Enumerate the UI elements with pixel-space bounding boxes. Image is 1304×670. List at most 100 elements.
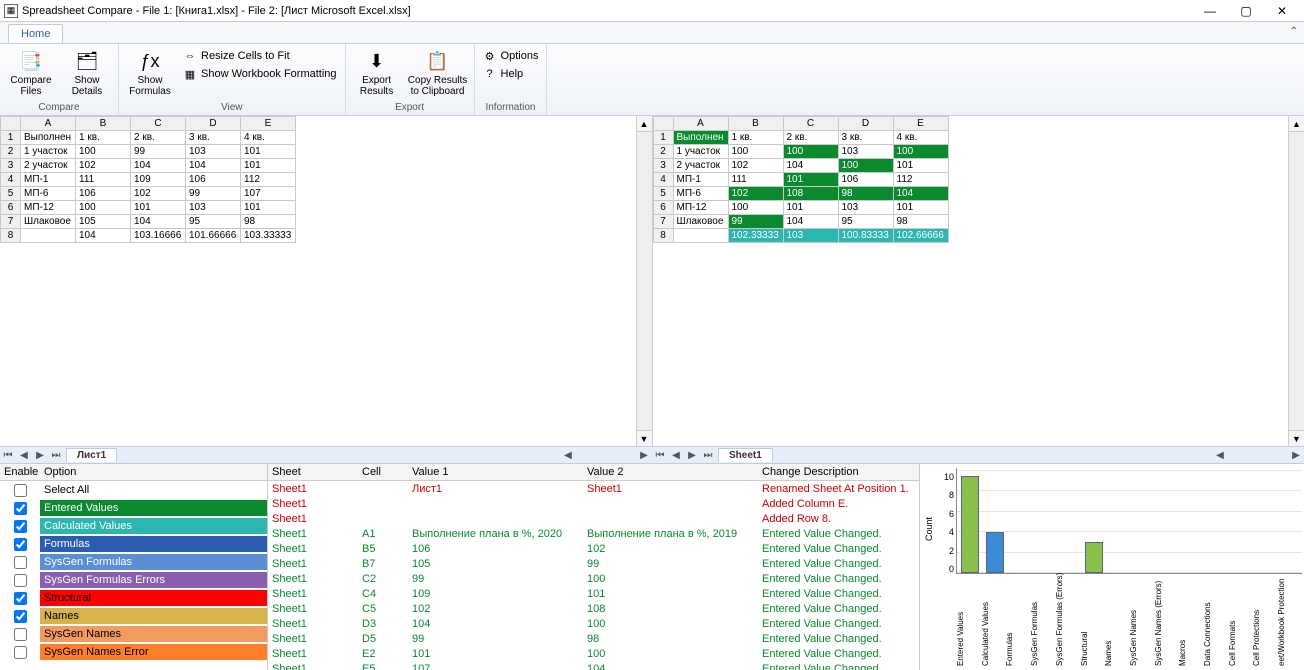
sheet-tab-left[interactable]: Лист1 xyxy=(66,448,117,462)
grid-cell[interactable]: 2 участок xyxy=(21,159,76,173)
result-row[interactable]: Sheet1B5106102Entered Value Changed. xyxy=(268,541,919,556)
sheet-tab-right[interactable]: Sheet1 xyxy=(718,448,773,462)
result-row[interactable]: Sheet1C5102108Entered Value Changed. xyxy=(268,601,919,616)
grid-cell[interactable]: 102 xyxy=(131,187,186,201)
grid-cell[interactable]: 102 xyxy=(728,187,783,201)
grid-cell[interactable]: 104 xyxy=(893,187,948,201)
grid-cell[interactable]: 101 xyxy=(131,201,186,215)
grid-cell[interactable]: Шлаковое xyxy=(673,215,728,229)
grid-cell[interactable]: 103 xyxy=(186,145,241,159)
hscroll-left-icon[interactable]: ◀ xyxy=(1212,450,1228,461)
grid-cell[interactable]: 111 xyxy=(728,173,783,187)
grid-cell[interactable]: 3 кв. xyxy=(838,131,893,145)
resize-cells-button[interactable]: ⇔Resize Cells to Fit xyxy=(181,48,339,64)
grid-cell[interactable]: 100 xyxy=(838,159,893,173)
option-label[interactable]: Names xyxy=(40,608,267,624)
grid-cell[interactable]: 4 кв. xyxy=(241,131,296,145)
option-checkbox[interactable] xyxy=(14,574,27,587)
grid-cell[interactable]: 103 xyxy=(838,201,893,215)
result-row[interactable]: Sheet1E2101100Entered Value Changed. xyxy=(268,646,919,661)
option-checkbox[interactable] xyxy=(14,610,27,623)
option-label[interactable]: Formulas xyxy=(40,536,267,552)
result-row[interactable]: Sheet1C4109101Entered Value Changed. xyxy=(268,586,919,601)
grid-cell[interactable]: 1 кв. xyxy=(728,131,783,145)
right-vscroll[interactable]: ▲▼ xyxy=(1288,116,1304,446)
grid-cell[interactable]: 4 кв. xyxy=(893,131,948,145)
grid-cell[interactable]: 1 кв. xyxy=(76,131,131,145)
grid-cell[interactable]: 104 xyxy=(131,215,186,229)
grid-cell[interactable]: 101 xyxy=(241,159,296,173)
grid-cell[interactable]: 103 xyxy=(186,201,241,215)
result-row[interactable]: Sheet1A1Выполнение плана в %, 2020Выполн… xyxy=(268,526,919,541)
grid-cell[interactable]: 106 xyxy=(186,173,241,187)
close-button[interactable]: ✕ xyxy=(1264,1,1300,21)
option-label[interactable]: SysGen Names Error xyxy=(40,644,267,660)
grid-cell[interactable]: 95 xyxy=(838,215,893,229)
grid-cell[interactable]: 2 участок xyxy=(673,159,728,173)
minimize-button[interactable]: — xyxy=(1192,1,1228,21)
show-formatting-button[interactable]: ▦Show Workbook Formatting xyxy=(181,66,339,82)
option-label[interactable]: Structural xyxy=(40,590,267,606)
grid-cell[interactable]: 105 xyxy=(76,215,131,229)
sheet-nav-prev-icon[interactable]: ◀ xyxy=(668,450,684,461)
left-vscroll[interactable]: ▲▼ xyxy=(636,116,652,446)
result-row[interactable]: Sheet1Added Row 8. xyxy=(268,511,919,526)
option-checkbox[interactable] xyxy=(14,502,27,515)
grid-cell[interactable]: МП-12 xyxy=(673,201,728,215)
scroll-down-icon[interactable]: ▼ xyxy=(1289,430,1304,446)
grid-cell[interactable]: 101 xyxy=(893,159,948,173)
grid-cell[interactable]: 1 участок xyxy=(21,145,76,159)
grid-cell[interactable]: 101.66666 xyxy=(186,229,241,243)
grid-cell[interactable]: 104 xyxy=(76,229,131,243)
option-checkbox[interactable] xyxy=(14,628,27,641)
option-label[interactable]: SysGen Formulas xyxy=(40,554,267,570)
compare-files-button[interactable]: 📑 Compare Files xyxy=(6,46,56,97)
grid-cell[interactable]: 103.16666 xyxy=(131,229,186,243)
grid-cell[interactable]: 102.33333 xyxy=(728,229,783,243)
hscroll-right-icon[interactable]: ▶ xyxy=(636,450,652,461)
copy-results-button[interactable]: 📋 Copy Results to Clipboard xyxy=(408,46,468,97)
grid-left[interactable]: ABCDE1Выполнен1 кв.2 кв.3 кв.4 кв.21 уча… xyxy=(0,116,296,243)
grid-cell[interactable]: МП-12 xyxy=(21,201,76,215)
result-row[interactable]: Sheet1D59998Entered Value Changed. xyxy=(268,631,919,646)
grid-cell[interactable]: Выполнен xyxy=(21,131,76,145)
grid-cell[interactable] xyxy=(673,229,728,243)
grid-cell[interactable]: 2 кв. xyxy=(783,131,838,145)
option-checkbox[interactable] xyxy=(14,556,27,569)
grid-cell[interactable]: 101 xyxy=(241,145,296,159)
sheet-nav-next-icon[interactable]: ▶ xyxy=(684,450,700,461)
grid-cell[interactable]: 104 xyxy=(186,159,241,173)
grid-cell[interactable]: Шлаковое xyxy=(21,215,76,229)
grid-cell[interactable]: 104 xyxy=(131,159,186,173)
result-row[interactable]: Sheet1Added Column E. xyxy=(268,496,919,511)
help-button[interactable]: ?Help xyxy=(481,66,541,82)
grid-cell[interactable]: МП-6 xyxy=(673,187,728,201)
grid-cell[interactable]: МП-1 xyxy=(673,173,728,187)
option-checkbox[interactable] xyxy=(14,538,27,551)
result-row[interactable]: Sheet1B710599Entered Value Changed. xyxy=(268,556,919,571)
grid-cell[interactable]: 100.83333 xyxy=(838,229,893,243)
option-checkbox[interactable] xyxy=(14,646,27,659)
grid-cell[interactable]: 103 xyxy=(783,229,838,243)
grid-cell[interactable]: 103 xyxy=(838,145,893,159)
grid-cell[interactable]: 101 xyxy=(783,173,838,187)
grid-cell[interactable]: 101 xyxy=(241,201,296,215)
scroll-down-icon[interactable]: ▼ xyxy=(637,430,652,446)
grid-cell[interactable]: 99 xyxy=(131,145,186,159)
show-formulas-button[interactable]: ƒx Show Formulas xyxy=(125,46,175,97)
grid-cell[interactable]: 112 xyxy=(241,173,296,187)
option-label[interactable]: SysGen Names xyxy=(40,626,267,642)
result-row[interactable]: Sheet1C299100Entered Value Changed. xyxy=(268,571,919,586)
sheet-nav-last-icon[interactable]: ⏭ xyxy=(48,450,64,461)
option-checkbox[interactable] xyxy=(14,520,27,533)
options-button[interactable]: ⚙Options xyxy=(481,48,541,64)
sheet-nav-prev-icon[interactable]: ◀ xyxy=(16,450,32,461)
grid-cell[interactable]: 103.33333 xyxy=(241,229,296,243)
grid-cell[interactable]: 99 xyxy=(728,215,783,229)
grid-cell[interactable]: 1 участок xyxy=(673,145,728,159)
grid-cell[interactable]: 100 xyxy=(728,201,783,215)
sheet-nav-next-icon[interactable]: ▶ xyxy=(32,450,48,461)
grid-cell[interactable] xyxy=(21,229,76,243)
grid-cell[interactable]: МП-1 xyxy=(21,173,76,187)
grid-cell[interactable]: 108 xyxy=(783,187,838,201)
